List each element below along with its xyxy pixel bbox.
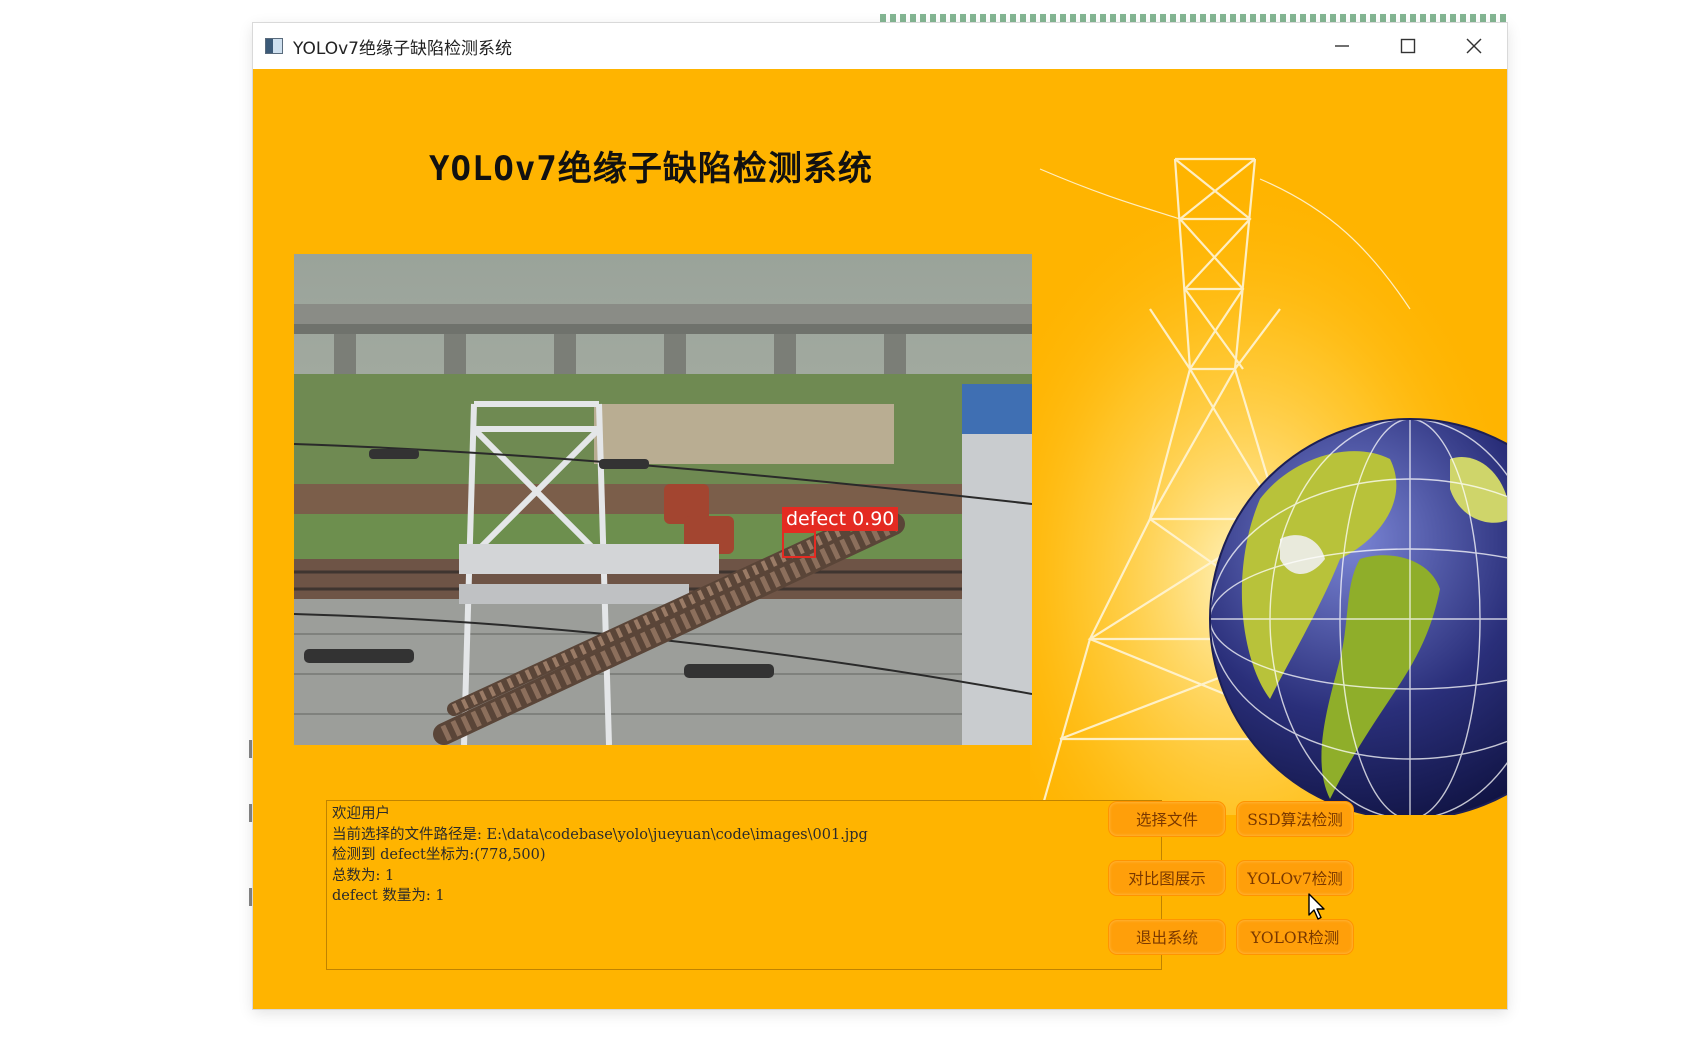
log-line: 当前选择的文件路径是: E:\data\codebase\yolo\jueyua… [332, 826, 868, 843]
log-line: 检测到 defect坐标为:(778,500) [332, 847, 546, 863]
detection-result-image: defect 0.90 [294, 254, 1032, 745]
close-icon [1466, 38, 1482, 54]
minimize-icon [1335, 45, 1349, 47]
mouse-pointer-icon [1308, 893, 1325, 920]
tower-globe-illustration [1030, 139, 1507, 815]
ssd-detect-button[interactable]: SSD算法检测 [1236, 801, 1354, 837]
yolov7-detect-button[interactable]: YOLOv7检测 [1236, 860, 1354, 896]
insulator-scene [294, 254, 1032, 745]
app-window: YOLOv7绝缘子缺陷检测系统 YOLOv7绝缘子缺陷检测系统 defect 0… [253, 23, 1507, 1009]
app-window-icon [265, 38, 283, 54]
exit-system-button[interactable]: 退出系统 [1108, 919, 1226, 955]
yolor-detect-button[interactable]: YOLOR检测 [1236, 919, 1354, 955]
title-bar[interactable]: YOLOv7绝缘子缺陷检测系统 [253, 23, 1507, 69]
detection-label: defect 0.90 [782, 507, 899, 531]
compare-view-button[interactable]: 对比图展示 [1108, 860, 1226, 896]
page-title: YOLOv7绝缘子缺陷检测系统 [429, 149, 873, 189]
close-button[interactable] [1441, 23, 1507, 69]
maximize-button[interactable] [1375, 23, 1441, 69]
output-log[interactable]: 欢迎用户当前选择的文件路径是: E:\data\codebase\yolo\ju… [326, 800, 1162, 970]
main-panel: YOLOv7绝缘子缺陷检测系统 defect 0.90 欢迎用户 当前选择的文件… [253, 69, 1507, 1009]
maximize-icon [1400, 38, 1416, 54]
detection-bounding-box [782, 531, 816, 558]
log-line: defect 数量为: 1 [332, 888, 445, 904]
window-title: YOLOv7绝缘子缺陷检测系统 [293, 39, 512, 59]
log-line: 总数为: 1 [332, 867, 395, 884]
log-line: 欢迎用户 [332, 806, 390, 822]
select-file-button[interactable]: 选择文件 [1108, 801, 1226, 837]
minimize-button[interactable] [1309, 23, 1375, 69]
